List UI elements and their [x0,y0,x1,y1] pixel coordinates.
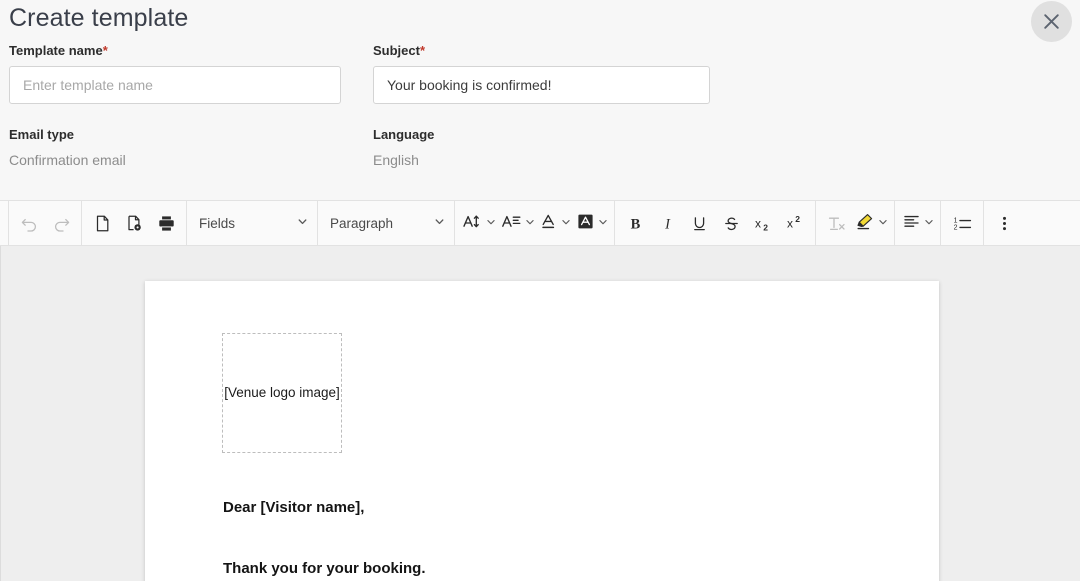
superscript-button[interactable]: x 2 [779,207,811,239]
redo-icon [52,214,71,233]
svg-text:2: 2 [763,222,768,232]
editor-canvas[interactable]: [Venue logo image] Dear [Visitor name], … [0,246,1080,581]
greeting-line: Dear [Visitor name], [223,499,365,516]
thank-you-line: Thank you for your booking. [223,560,426,577]
subject-label: Subject* [373,42,710,60]
paragraph-dropdown-label: Paragraph [330,215,394,231]
strikethrough-button[interactable] [715,207,747,239]
venue-logo-placeholder-text: [Venue logo image] [224,385,340,400]
svg-text:B: B [630,216,640,232]
text-color-icon [540,212,558,234]
svg-text:1: 1 [953,217,957,224]
new-document-button[interactable] [86,207,118,239]
background-color-icon [576,212,595,234]
toolbar-group-more [984,201,1024,245]
svg-text:x: x [787,216,793,230]
redo-button[interactable] [45,207,77,239]
preview-document-button[interactable] [118,207,150,239]
svg-text:x: x [755,216,761,230]
paragraph-dropdown[interactable]: Paragraph [322,207,450,239]
clear-format-button[interactable] [820,207,852,239]
subject-label-text: Subject [373,43,420,58]
underline-icon [690,214,709,233]
template-name-field-group: Template name* [9,42,341,104]
toolbar-group-list: 1 2 [941,201,984,245]
document-page[interactable]: [Venue logo image] Dear [Visitor name], … [145,281,939,581]
align-button[interactable] [899,207,936,239]
close-icon [1043,13,1060,30]
bold-button[interactable]: B [619,207,651,239]
highlighter-icon [855,212,875,234]
underline-button[interactable] [683,207,715,239]
venue-logo-placeholder[interactable]: [Venue logo image] [222,333,342,453]
language-label: Language [373,127,435,142]
close-button[interactable] [1031,1,1072,42]
template-name-input[interactable] [9,66,341,104]
bold-icon: B [626,214,645,233]
document-preview-icon [125,214,144,233]
align-left-icon [902,212,921,234]
font-size-button[interactable] [459,207,498,239]
toolbar-group-document [82,201,187,245]
fields-dropdown-label: Fields [199,215,236,231]
print-button[interactable] [150,207,182,239]
line-height-button[interactable] [498,207,537,239]
subject-field-group: Subject* [373,42,710,104]
superscript-icon: x 2 [785,214,806,233]
more-options-button[interactable] [988,207,1020,239]
chevron-down-icon [433,215,446,231]
subscript-icon: x 2 [753,214,774,233]
language-group: Language English [373,126,710,170]
undo-button[interactable] [13,207,45,239]
italic-icon: I [658,214,677,233]
svg-text:2: 2 [953,224,957,231]
subject-input[interactable] [373,66,710,104]
clear-format-icon [826,214,847,233]
chevron-down-icon [296,215,309,231]
italic-button[interactable]: I [651,207,683,239]
toolbar-group-font [455,201,615,245]
chevron-down-icon [877,216,889,231]
create-template-dialog: Create template Template name* Subject* … [0,0,1080,581]
numbered-list-icon: 1 2 [952,214,973,233]
email-type-value: Confirmation email [9,152,126,168]
toolbar-group-inline-styles: B I x 2 x 2 [615,201,816,245]
page-title: Create template [9,4,189,32]
fields-dropdown[interactable]: Fields [191,207,313,239]
svg-text:I: I [664,216,671,232]
chevron-down-icon [597,216,609,231]
email-type-group: Email type Confirmation email [9,126,341,170]
strikethrough-icon [722,214,741,233]
document-icon [93,214,112,233]
subscript-button[interactable]: x 2 [747,207,779,239]
chevron-down-icon [485,216,497,231]
template-name-label: Template name* [9,42,341,60]
toolbar-group-formatting [816,201,895,245]
dialog-header: Create template Template name* Subject* … [0,0,1080,198]
template-name-label-text: Template name [9,43,103,58]
line-height-icon [501,212,522,234]
required-marker: * [419,43,426,58]
text-color-button[interactable] [537,207,573,239]
toolbar-group-history [8,201,82,245]
chevron-down-icon [560,216,572,231]
toolbar-group-fields: Fields [187,201,318,245]
toolbar-group-paragraph: Paragraph [318,201,455,245]
editor-toolbar: Fields Paragraph B I x 2 x 2 1 2 [0,200,1080,246]
more-vertical-icon [995,214,1014,233]
background-color-button[interactable] [573,207,610,239]
email-type-label: Email type [9,127,75,142]
chevron-down-icon [923,216,935,231]
toolbar-group-align [895,201,941,245]
language-value: English [373,152,419,168]
highlight-button[interactable] [852,207,890,239]
undo-icon [20,214,39,233]
printer-icon [157,214,176,233]
chevron-down-icon [524,216,536,231]
font-size-icon [462,212,483,234]
svg-text:2: 2 [795,214,800,224]
required-marker: * [102,43,108,58]
numbered-list-button[interactable]: 1 2 [945,207,979,239]
